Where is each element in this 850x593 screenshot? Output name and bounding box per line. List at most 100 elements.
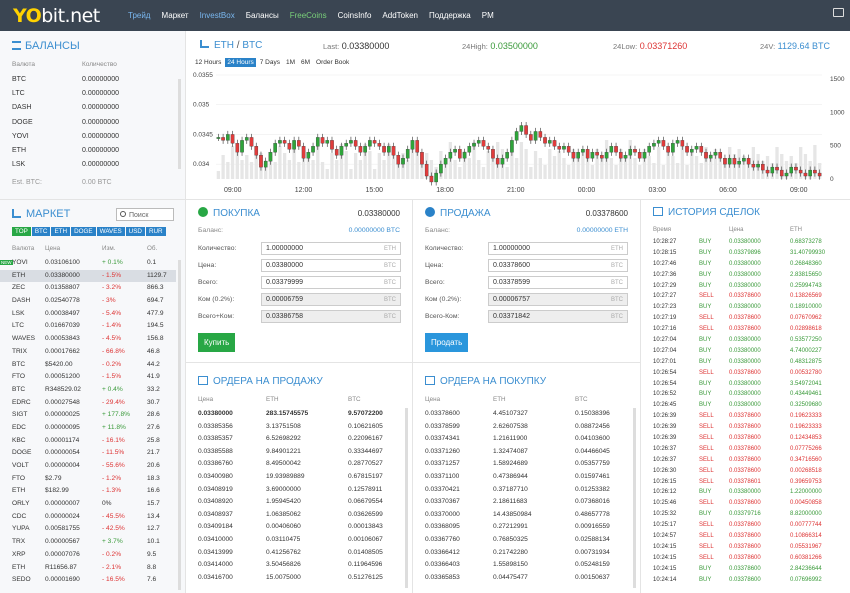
period-24-hours[interactable]: 24 Hours: [225, 58, 256, 67]
nav-item-7[interactable]: Поддержка: [429, 11, 471, 20]
balance-row[interactable]: DASH 0.00000000: [12, 102, 172, 116]
sell-total-input[interactable]: 0.03378599 BTC: [488, 276, 628, 289]
chat-icon[interactable]: [833, 8, 844, 17]
market-row[interactable]: TRIX 0.00017662 - 66.8% 46.8: [0, 346, 176, 359]
nav-item-6[interactable]: AddToken: [382, 11, 418, 20]
balance-row[interactable]: DOGE 0.00000000: [12, 117, 172, 131]
market-tab-usd[interactable]: USD: [125, 227, 145, 236]
order-row[interactable]: 0.03378599 2.62607538 0.08872456: [413, 421, 628, 434]
market-row[interactable]: BTC $5420.00 - 0.2% 44.2: [0, 359, 176, 372]
market-row[interactable]: FTO 0.00051200 - 1.5% 41.9: [0, 371, 176, 384]
nav-item-4[interactable]: FreeCoins: [290, 11, 327, 20]
market-row[interactable]: SIGT 0.00000025 + 177.8% 28.6: [0, 409, 176, 422]
order-row[interactable]: 0.03368095 0.27212991 0.00916559: [413, 521, 628, 534]
order-row[interactable]: 0.03371260 1.32474087 0.04466045: [413, 446, 628, 459]
sell-orders-scrollbar[interactable]: [405, 408, 408, 588]
nav-item-1[interactable]: Маркет: [161, 11, 188, 20]
order-row[interactable]: 0.03386760 8.49500042 0.28770527: [186, 458, 401, 471]
order-row[interactable]: 0.03366412 0.21742280 0.00731934: [413, 547, 628, 560]
buy-orders-scrollbar[interactable]: [633, 408, 636, 588]
order-row[interactable]: 0.03380000 283.15745575 9.57072200: [186, 408, 401, 421]
order-row[interactable]: 0.03371100 0.47386944 0.01597461: [413, 471, 628, 484]
sell-balance[interactable]: 0.00000000 ETH: [577, 227, 628, 234]
buy-balance[interactable]: 0.00000000 BTC: [349, 227, 400, 234]
order-row[interactable]: 0.03374341 1.21611900 0.04103600: [413, 433, 628, 446]
market-row[interactable]: SEDO 0.00001690 - 16.5% 7.6: [0, 574, 176, 587]
order-row[interactable]: 0.03365853 0.04475477 0.00150637: [413, 572, 628, 585]
market-row[interactable]: ETH $182.99 - 1.3% 16.6: [0, 485, 176, 498]
market-row[interactable]: EDC 0.00000095 + 11.8% 27.6: [0, 422, 176, 435]
market-search-input[interactable]: Поиск: [116, 208, 174, 221]
nav-item-3[interactable]: Балансы: [246, 11, 279, 20]
balances-scrollbar[interactable]: [178, 79, 181, 169]
order-row[interactable]: 0.03409184 0.00406060 0.00013843: [186, 521, 401, 534]
order-row[interactable]: 0.03370421 0.37187710 0.01253382: [413, 484, 628, 497]
balance-row[interactable]: ETH 0.00000000: [12, 145, 172, 159]
balance-row[interactable]: LSK 0.00000000: [12, 159, 172, 173]
order-row[interactable]: 0.03366403 1.55898150 0.05248159: [413, 559, 628, 572]
market-tab-btc[interactable]: BTC: [31, 227, 51, 236]
market-row[interactable]: DOGE 0.00000054 - 11.5% 21.7: [0, 447, 176, 460]
nav-item-2[interactable]: InvestBox: [200, 11, 235, 20]
nav-item-0[interactable]: Трейд: [128, 11, 150, 20]
order-row[interactable]: 0.03385356 3.13751508 0.10621605: [186, 421, 401, 434]
balance-row[interactable]: YOVI 0.00000000: [12, 131, 172, 145]
price-chart[interactable]: 0.0355 0.035 0.0345 0.034 1500 1000 500 0 09:00 1…: [186, 69, 850, 199]
order-row[interactable]: 0.03385588 9.84901221 0.33344697: [186, 446, 401, 459]
order-row[interactable]: 0.03367760 0.76850325 0.02588134: [413, 534, 628, 547]
market-row[interactable]: WAVES 0.00053843 - 4.5% 156.8: [0, 333, 176, 346]
market-row[interactable]: YUPA 0.00581755 - 42.5% 12.7: [0, 523, 176, 536]
market-tab-eth[interactable]: ETH: [51, 227, 71, 236]
order-row[interactable]: 0.03378600 4.45107327 0.15038396: [413, 408, 628, 421]
period-12-hours[interactable]: 12 Hours: [193, 58, 223, 67]
sell-qty-input[interactable]: 1.00000000 ETH: [488, 242, 628, 255]
period-7-days[interactable]: 7 Days: [258, 58, 282, 67]
market-row[interactable]: FTO $2.79 - 1.2% 18.3: [0, 473, 176, 486]
buy-total-input[interactable]: 0.03379999 BTC: [261, 276, 401, 289]
balance-row[interactable]: BTC 0.00000000: [12, 74, 172, 88]
market-tab-doge[interactable]: DOGE: [71, 227, 96, 236]
logo[interactable]: YObit.net: [13, 5, 100, 27]
market-row[interactable]: VOLT 0.00000004 - 55.6% 20.6: [0, 460, 176, 473]
market-row[interactable]: CDC 0.00000024 - 45.5% 13.4: [0, 511, 176, 524]
market-row[interactable]: LSK 0.00038497 - 5.4% 477.9: [0, 308, 176, 321]
order-row[interactable]: 0.03408919 3.69000000 0.12578911: [186, 484, 401, 497]
nav-item-8[interactable]: PM: [482, 11, 494, 20]
market-tab-rur[interactable]: RUR: [145, 227, 166, 236]
order-row[interactable]: 0.03371257 1.58924689 0.05357759: [413, 458, 628, 471]
market-row[interactable]: ORLY 0.00000007 0% 15.7: [0, 498, 176, 511]
order-row[interactable]: 0.03400980 19.93989889 0.67815197: [186, 471, 401, 484]
market-row[interactable]: BTC R348529.02 + 0.4% 33.2: [0, 384, 176, 397]
market-scrollbar[interactable]: [178, 260, 181, 590]
market-tab-top[interactable]: TOP: [12, 227, 31, 236]
order-row[interactable]: 0.03410000 0.03110475 0.00106067: [186, 534, 401, 547]
period-order-book[interactable]: Order Book: [314, 58, 351, 67]
market-row[interactable]: DASH 0.02540778 - 3% 694.7: [0, 295, 176, 308]
order-row[interactable]: 0.03385357 6.52698292 0.22096167: [186, 433, 401, 446]
market-row[interactable]: TRX 0.00000567 + 3.7% 10.1: [0, 536, 176, 549]
nav-item-5[interactable]: CoinsInfo: [338, 11, 372, 20]
buy-price-input[interactable]: 0.03380000 BTC: [261, 259, 401, 272]
buy-qty-input[interactable]: 1.00000000 ETH: [261, 242, 401, 255]
market-row[interactable]: KBC 0.00001174 - 16.1% 25.8: [0, 435, 176, 448]
order-row[interactable]: 0.03408920 1.95945420 0.06679554: [186, 496, 401, 509]
market-row[interactable]: ETH 0.03380000 - 1.5% 1129.7: [0, 269, 176, 283]
order-row[interactable]: 0.03408937 1.06385062 0.03626599: [186, 509, 401, 522]
sell-price-input[interactable]: 0.03378600 BTC: [488, 259, 628, 272]
period-6m[interactable]: 6M: [299, 58, 312, 67]
market-row[interactable]: EDRC 0.00027548 - 29.4% 30.7: [0, 397, 176, 410]
market-row[interactable]: LTC 0.01667039 - 1.4% 194.5: [0, 320, 176, 333]
order-row[interactable]: 0.03370367 2.18611683 0.07368016: [413, 496, 628, 509]
market-row[interactable]: XRP 0.00007076 - 0.2% 9.5: [0, 549, 176, 562]
sell-button[interactable]: Продать: [425, 333, 469, 352]
order-row[interactable]: 0.03370000 14.43850984 0.48657778: [413, 509, 628, 522]
balance-row[interactable]: LTC 0.00000000: [12, 88, 172, 102]
order-row[interactable]: 0.03413999 0.41256762 0.01408505: [186, 547, 401, 560]
buy-button[interactable]: Купить: [198, 333, 236, 352]
order-row[interactable]: 0.03416700 15.0075000 0.51276125: [186, 572, 401, 585]
market-row[interactable]: ETH R11656.87 - 2.1% 8.8: [0, 562, 176, 575]
market-row[interactable]: NEW YOVI 0.03106100 + 0.1% 0.1: [0, 257, 176, 270]
period-1m[interactable]: 1M: [284, 58, 297, 67]
market-tab-waves[interactable]: WAVES: [96, 227, 125, 236]
market-row[interactable]: ZEC 0.01358807 - 3.2% 866.3: [0, 282, 176, 295]
